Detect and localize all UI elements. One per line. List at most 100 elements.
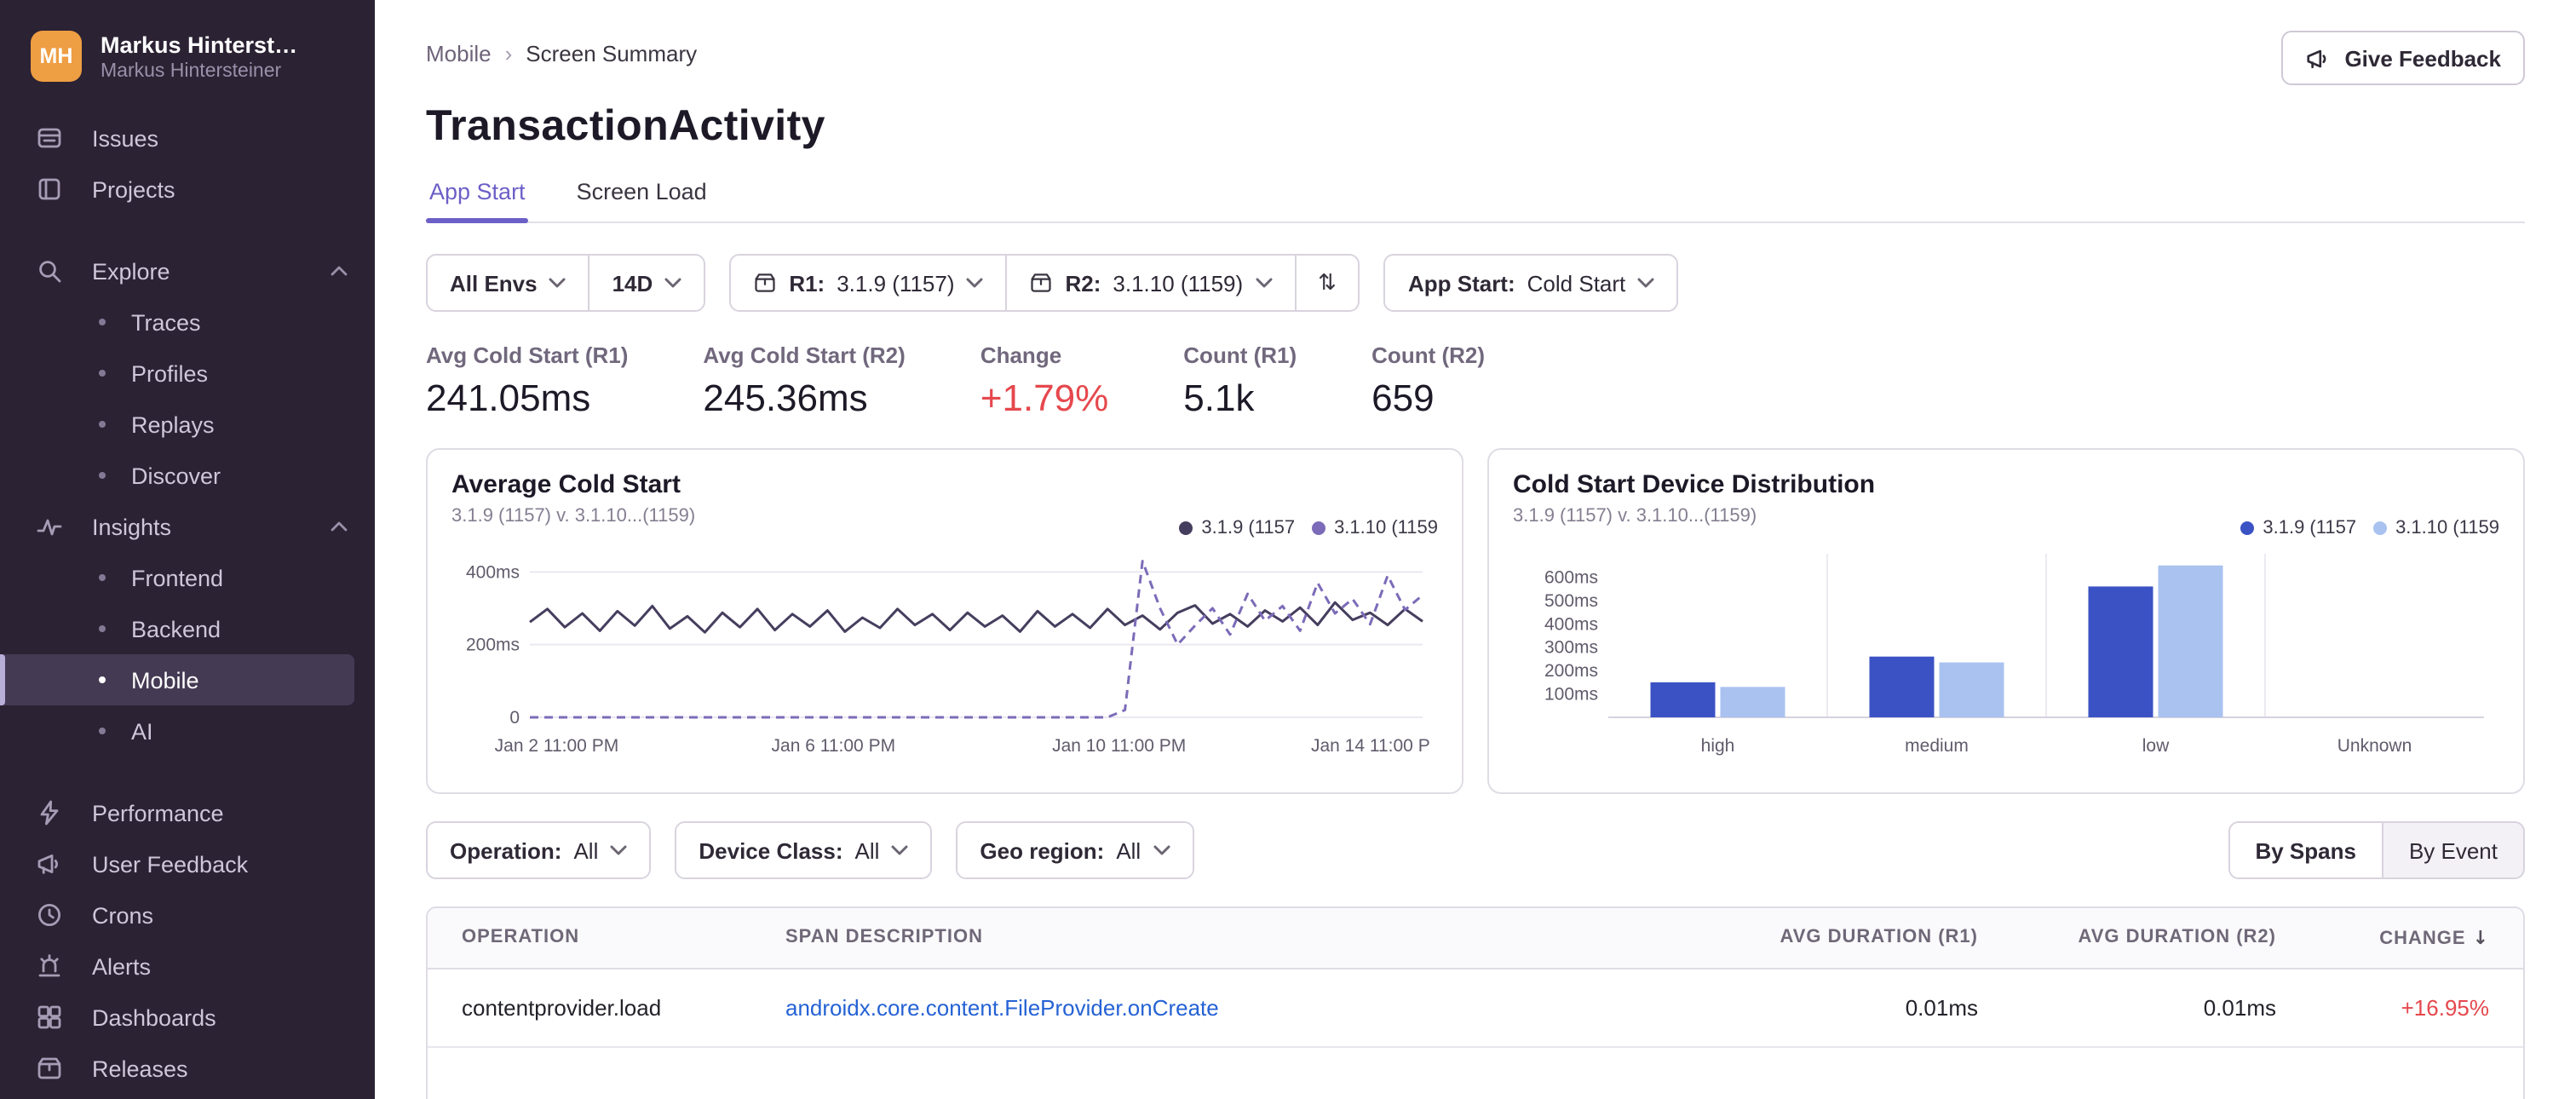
bullet-icon xyxy=(99,676,106,683)
sidebar-item-label: Frontend xyxy=(131,565,224,590)
org-switcher[interactable]: MH Markus Hintersteiner Markus Hinterste… xyxy=(0,24,375,89)
average-cold-start-card: Average Cold Start 3.1.9 (1157) v. 3.1.1… xyxy=(426,448,1463,794)
col-operation[interactable]: Operation xyxy=(428,908,751,968)
release-r1-filter[interactable]: R1: 3.1.9 (1157) xyxy=(731,256,1006,310)
svg-text:Jan 6 11:00 PM: Jan 6 11:00 PM xyxy=(772,736,896,756)
by-spans-toggle[interactable]: By Spans xyxy=(2229,823,2382,877)
charts-row: Average Cold Start 3.1.9 (1157) v. 3.1.1… xyxy=(426,448,2525,794)
give-feedback-label: Give Feedback xyxy=(2344,45,2501,71)
breadcrumb-mobile[interactable]: Mobile xyxy=(426,41,492,66)
release-r2-filter[interactable]: R2: 3.1.10 (1159) xyxy=(1005,256,1295,310)
megaphone-icon xyxy=(34,849,63,878)
sidebar-item-label: Explore xyxy=(92,258,170,284)
table-header: Operation Span Description Avg Duration … xyxy=(428,908,2523,970)
legend-dot-icon xyxy=(1179,521,1193,535)
sidebar-nav: Issues Projects Explore Traces Profiles Repla… xyxy=(0,112,375,1094)
bullet-icon xyxy=(99,728,106,734)
device-class-filter[interactable]: Device Class: All xyxy=(676,823,931,877)
cell-avg-duration-r2: 0.01ms xyxy=(2203,995,2276,1021)
sidebar-item-alerts[interactable]: Alerts xyxy=(0,941,375,992)
sidebar-item-ai[interactable]: AI xyxy=(0,705,375,757)
sidebar-item-crons[interactable]: Crons xyxy=(0,889,375,941)
sidebar-item-backend[interactable]: Backend xyxy=(0,603,375,654)
chevron-down-icon xyxy=(549,278,566,288)
col-change[interactable]: Change ↓ xyxy=(2310,908,2523,968)
swap-releases-button[interactable]: ⇅ xyxy=(1294,256,1359,310)
sidebar-item-label: Backend xyxy=(131,616,221,642)
legend-r1[interactable]: 3.1.9 (1157 xyxy=(1179,518,1295,538)
stats-row: Avg Cold Start (R1) 241.05ms Avg Cold St… xyxy=(426,342,2525,421)
chart-title: Cold Start Device Distribution xyxy=(1513,470,1876,499)
projects-icon xyxy=(34,175,63,204)
clock-icon xyxy=(34,900,63,929)
breadcrumb-separator-icon: › xyxy=(504,41,513,66)
geo-region-filter[interactable]: Geo region: All xyxy=(957,823,1193,877)
legend-r2[interactable]: 3.1.10 (1159 xyxy=(2373,518,2499,538)
sidebar-item-releases[interactable]: Releases xyxy=(0,1043,375,1094)
operation-filter[interactable]: Operation: All xyxy=(428,823,650,877)
search-icon xyxy=(34,256,63,285)
legend-r1[interactable]: 3.1.9 (1157 xyxy=(2240,518,2356,538)
chevron-down-icon xyxy=(1637,278,1654,288)
by-event-toggle[interactable]: By Event xyxy=(2381,823,2523,877)
sidebar-item-label: Mobile xyxy=(131,667,199,693)
tab-screen-load[interactable]: Screen Load xyxy=(573,179,710,222)
megaphone-icon xyxy=(2307,49,2326,68)
operation-filter-group: Operation: All xyxy=(426,821,652,879)
svg-text:200ms: 200ms xyxy=(466,636,520,655)
sidebar-item-label: Projects xyxy=(92,176,175,202)
sidebar-item-explore[interactable]: Explore xyxy=(0,245,375,296)
chevron-down-icon xyxy=(967,278,983,288)
legend-r2[interactable]: 3.1.10 (1159 xyxy=(1312,518,1438,538)
sidebar-item-profiles[interactable]: Profiles xyxy=(0,348,375,399)
sidebar-item-projects[interactable]: Projects xyxy=(0,164,375,215)
sidebar-item-issues[interactable]: Issues xyxy=(0,112,375,164)
sidebar-item-replays[interactable]: Replays xyxy=(0,399,375,450)
span-filter-bar: Operation: All Device Class: All Geo regio… xyxy=(426,821,2525,879)
date-range-filter[interactable]: 14D xyxy=(588,256,704,310)
sidebar-item-label: Performance xyxy=(92,800,224,826)
spans-table: Operation Span Description Avg Duration … xyxy=(426,906,2525,1099)
device-distribution-bar-chart: 100ms 200ms 300ms 400ms 500ms 600ms high medium… xyxy=(1544,554,2484,756)
svg-text:400ms: 400ms xyxy=(1544,614,1598,634)
svg-text:Jan 2 11:00 PM: Jan 2 11:00 PM xyxy=(495,736,619,756)
span-description-link[interactable]: androidx.core.content.FileProvider.onCre… xyxy=(785,995,1219,1021)
breadcrumb-current: Screen Summary xyxy=(526,41,698,66)
col-avg-duration-r1[interactable]: Avg Duration (R1) xyxy=(1722,908,2012,968)
svg-text:100ms: 100ms xyxy=(1544,685,1598,705)
environment-filter[interactable]: All Envs xyxy=(428,256,589,310)
sidebar-item-label: Replays xyxy=(131,411,215,437)
env-date-filter-group: All Envs 14D xyxy=(426,254,706,312)
sidebar-item-mobile[interactable]: Mobile xyxy=(0,654,354,705)
table-row[interactable]: contentprovider.load androidx.core.conte… xyxy=(428,970,2523,1046)
chevron-down-icon xyxy=(891,845,908,855)
sidebar-item-performance[interactable]: Performance xyxy=(0,787,375,838)
bullet-icon xyxy=(99,421,106,428)
sidebar-item-dashboards[interactable]: Dashboards xyxy=(0,992,375,1043)
col-avg-duration-r2[interactable]: Avg Duration (R2) xyxy=(2012,908,2310,968)
sidebar-item-label: Insights xyxy=(92,514,172,539)
chevron-down-icon xyxy=(664,278,681,288)
sidebar-item-label: Traces xyxy=(131,309,201,335)
sidebar-item-traces[interactable]: Traces xyxy=(0,296,375,348)
stat-change: Change +1.79% xyxy=(980,342,1109,419)
sidebar-item-label: Discover xyxy=(131,463,221,488)
tab-app-start[interactable]: App Start xyxy=(426,179,530,223)
sidebar-item-frontend[interactable]: Frontend xyxy=(0,552,375,603)
stat-count-r1: Count (R1) 5.1k xyxy=(1183,342,1297,419)
sidebar-item-label: Dashboards xyxy=(92,1004,216,1030)
tabs: App Start Screen Load xyxy=(426,179,2525,223)
sidebar-item-user-feedback[interactable]: User Feedback xyxy=(0,838,375,889)
sidebar-item-insights[interactable]: Insights xyxy=(0,501,375,552)
release-compare-group: R1: 3.1.9 (1157) R2: 3.1.10 (1159) ⇅ xyxy=(729,254,1360,312)
sidebar-item-discover[interactable]: Discover xyxy=(0,450,375,501)
col-span-description[interactable]: Span Description xyxy=(751,908,1722,968)
give-feedback-button[interactable]: Give Feedback xyxy=(2281,31,2525,85)
bullet-icon xyxy=(99,625,106,632)
main-content: Mobile › Screen Summary Give Feedback Tran… xyxy=(375,0,2576,1099)
dashboards-icon xyxy=(34,1003,63,1032)
swap-icon: ⇅ xyxy=(1318,270,1337,296)
sidebar-item-label: User Feedback xyxy=(92,851,249,877)
app-start-type-filter[interactable]: App Start: Cold Start xyxy=(1385,256,1677,310)
org-subtitle: Markus Hintersteiner xyxy=(101,60,282,81)
